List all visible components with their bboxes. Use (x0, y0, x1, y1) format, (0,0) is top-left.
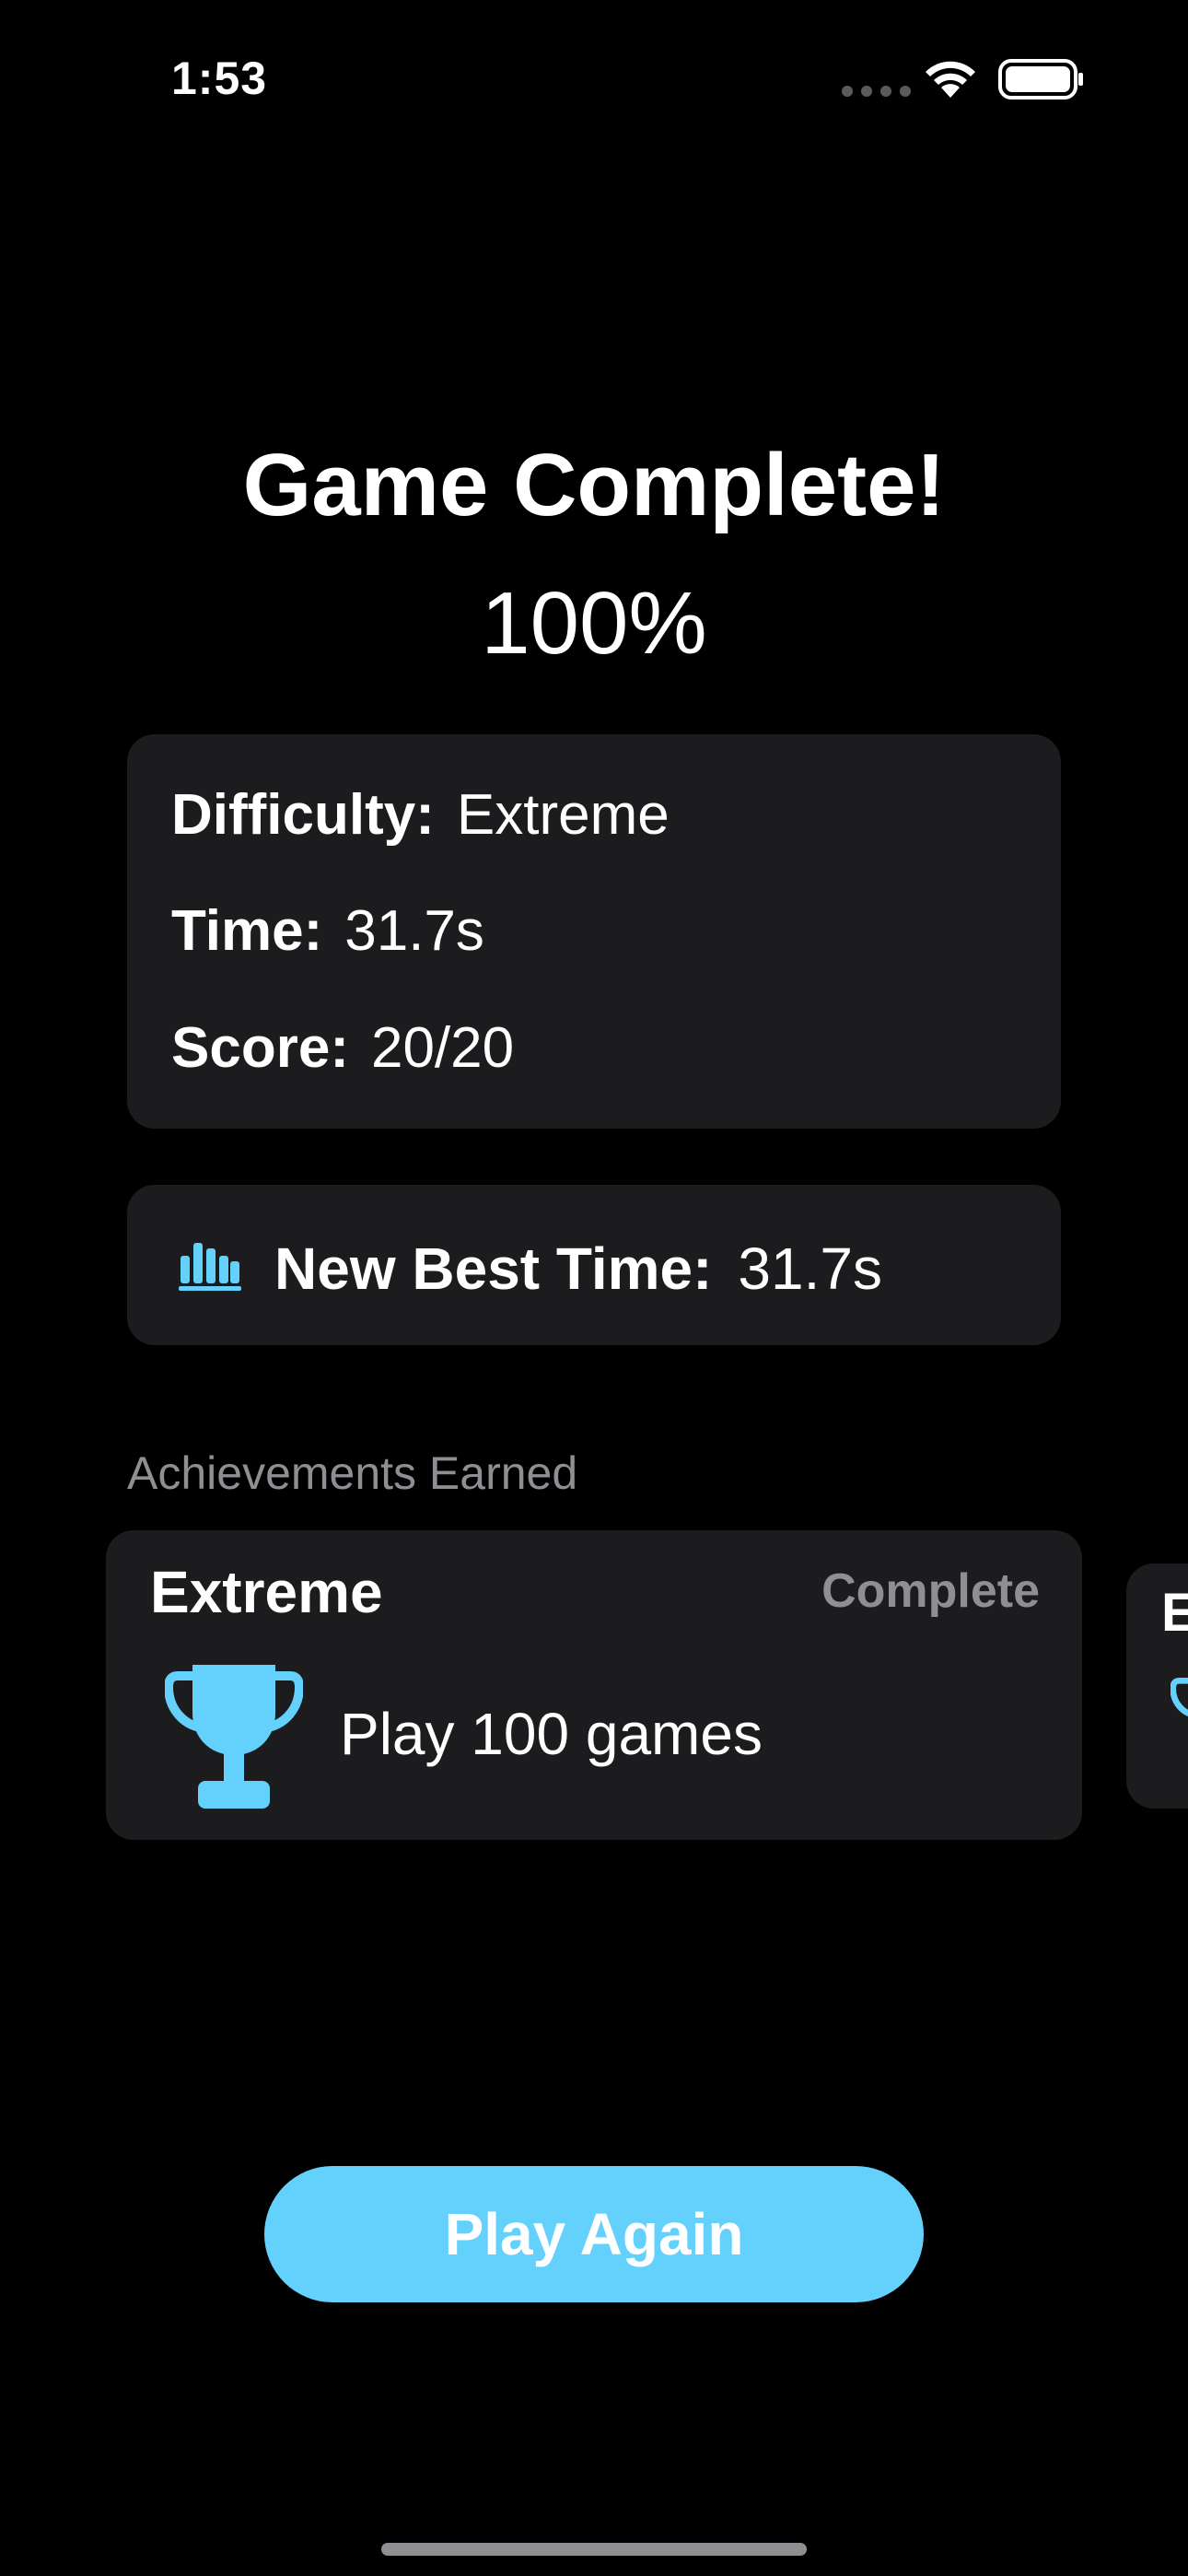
best-time-text: New Best Time: 31.7s (274, 1235, 882, 1303)
score-row: Score: 20/20 (171, 1015, 514, 1081)
page-title: Game Complete! (242, 436, 946, 534)
achievement-description: Play 100 games (340, 1701, 763, 1767)
completion-percent: 100% (481, 574, 707, 673)
achievement-card[interactable]: Extreme Complete Play 100 games (106, 1530, 1082, 1840)
trophy-icon (165, 1665, 303, 1809)
achievement-card-next[interactable]: E (1126, 1563, 1188, 1809)
chart-bar-icon (179, 1243, 241, 1291)
trophy-icon (1171, 1678, 1188, 1717)
score-label: Score: (171, 1016, 349, 1080)
achievement-status: Complete (821, 1564, 1040, 1618)
score-value: 20/20 (370, 1016, 515, 1080)
difficulty-label: Difficulty: (171, 783, 435, 847)
stats-card: Difficulty: Extreme Time: 31.7s Score: 2… (127, 734, 1061, 1129)
best-time-value: 31.7s (738, 1235, 882, 1302)
home-indicator[interactable] (381, 2543, 807, 2556)
wifi-icon (926, 61, 975, 98)
best-time-card: New Best Time: 31.7s (127, 1185, 1061, 1345)
best-time-label: New Best Time: (274, 1235, 713, 1302)
status-time: 1:53 (171, 53, 268, 104)
time-value: 31.7s (344, 899, 484, 963)
difficulty-value: Extreme (456, 783, 670, 847)
battery-icon (998, 59, 1083, 100)
cellular-icon (842, 86, 911, 97)
achievements-section-label: Achievements Earned (127, 1447, 578, 1499)
time-row: Time: 31.7s (171, 898, 484, 964)
achievement-title: Extreme (150, 1559, 383, 1625)
play-again-button[interactable]: Play Again (264, 2166, 924, 2302)
difficulty-row: Difficulty: Extreme (171, 782, 670, 848)
achievement-title-next: E (1161, 1583, 1188, 1643)
time-label: Time: (171, 899, 323, 963)
